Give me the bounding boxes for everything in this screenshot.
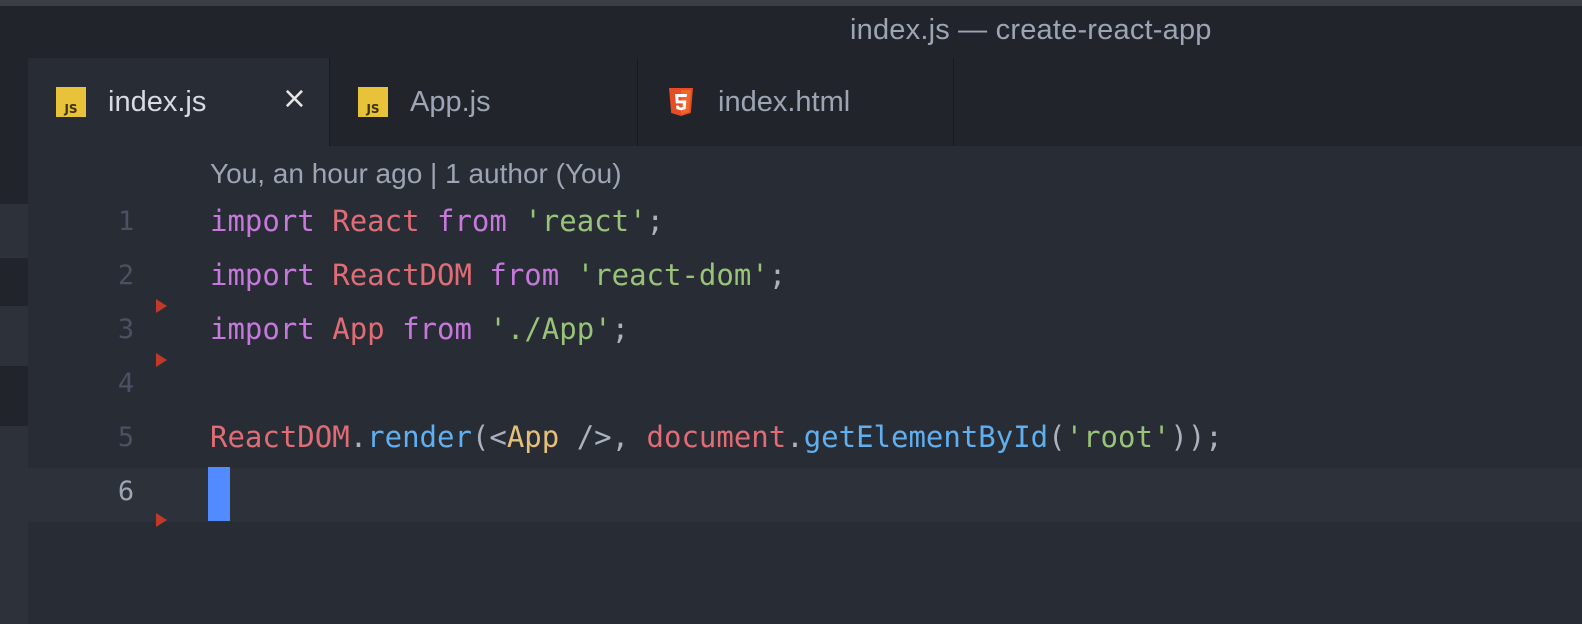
keyword-token: from <box>402 312 472 346</box>
git-deleted-marker-icon[interactable] <box>156 353 167 367</box>
code-line[interactable]: 3 import App from './App'; <box>28 306 1582 360</box>
function-token: getElementById <box>803 420 1049 454</box>
tab-index-js[interactable]: JS index.js × <box>28 58 330 146</box>
title-bar: index.js — create-react-app <box>0 6 1582 58</box>
git-deleted-marker-icon[interactable] <box>156 513 167 527</box>
tab-app-js[interactable]: JS App.js <box>330 58 638 146</box>
code-text: import App from './App'; <box>210 312 629 346</box>
keyword-token: from <box>437 204 507 238</box>
punctuation-token: ; <box>768 258 787 292</box>
code-line[interactable]: 2 import ReactDOM from 'react-dom'; <box>28 252 1582 306</box>
string-token: 'react' <box>524 204 647 238</box>
text-cursor <box>208 467 230 521</box>
current-code-line[interactable]: 6 <box>28 468 1582 522</box>
keyword-token: from <box>489 258 560 292</box>
line-number: 6 <box>117 476 135 507</box>
punctuation-token: />, <box>559 420 647 454</box>
git-deleted-marker-icon[interactable] <box>156 299 167 313</box>
code-editor[interactable]: You, an hour ago | 1 author (You) 1 impo… <box>28 146 1582 624</box>
window-title: index.js — create-react-app <box>850 14 1212 46</box>
side-panel-row <box>0 306 28 366</box>
function-token: render <box>367 420 472 454</box>
string-token: './App' <box>489 312 612 346</box>
identifier-token: App <box>332 312 385 346</box>
code-text: import React from 'react'; <box>210 204 664 238</box>
tab-label: App.js <box>410 85 491 118</box>
code-line[interactable]: 4 <box>28 360 1582 414</box>
code-text: ReactDOM.render(<App />, document.getEle… <box>210 420 1223 454</box>
code-line[interactable]: 1 import React from 'react'; <box>28 198 1582 252</box>
jsx-tag-token: App <box>506 420 560 454</box>
keyword-token: import <box>210 204 315 238</box>
side-panel-row <box>0 204 28 258</box>
punctuation-token: )); <box>1170 420 1223 454</box>
punctuation-token: ; <box>611 312 630 346</box>
identifier-token: ReactDOM <box>210 420 350 454</box>
side-panel-edge <box>0 58 28 624</box>
punctuation-token: . <box>349 420 368 454</box>
punctuation-token: . <box>786 420 804 454</box>
keyword-token: import <box>210 312 315 346</box>
line-number: 2 <box>117 260 135 291</box>
identifier-token: document <box>646 420 787 454</box>
side-panel-row <box>0 426 28 624</box>
line-number: 3 <box>117 314 135 345</box>
tab-bar: JS index.js × JS App.js index.html <box>28 58 1582 146</box>
line-number: 4 <box>117 368 135 399</box>
punctuation-token: (< <box>471 420 507 454</box>
punctuation-token: ( <box>1048 420 1066 454</box>
tab-label: index.js <box>108 85 207 118</box>
html5-shield-icon <box>669 88 693 116</box>
js-file-icon: JS <box>358 87 388 117</box>
identifier-token: React <box>332 204 420 238</box>
string-token: 'root' <box>1065 420 1171 454</box>
punctuation-token: ; <box>646 204 665 238</box>
string-token: 'react-dom' <box>576 258 769 292</box>
tab-index-html[interactable]: index.html <box>638 58 954 146</box>
code-text: import ReactDOM from 'react-dom'; <box>210 258 786 292</box>
identifier-token: ReactDOM <box>332 258 472 292</box>
js-file-icon: JS <box>56 87 86 117</box>
line-number: 5 <box>117 422 135 453</box>
code-line[interactable]: 5 ReactDOM.render(<App />, document.getE… <box>28 414 1582 468</box>
close-tab-icon[interactable]: × <box>282 84 307 114</box>
keyword-token: import <box>210 258 315 292</box>
line-number: 1 <box>117 206 135 237</box>
html5-file-icon <box>666 87 696 117</box>
editor-window: index.js — create-react-app JS index.js … <box>0 0 1582 624</box>
git-blame-annotation[interactable]: You, an hour ago | 1 author (You) <box>210 158 622 190</box>
tab-label: index.html <box>718 85 851 118</box>
